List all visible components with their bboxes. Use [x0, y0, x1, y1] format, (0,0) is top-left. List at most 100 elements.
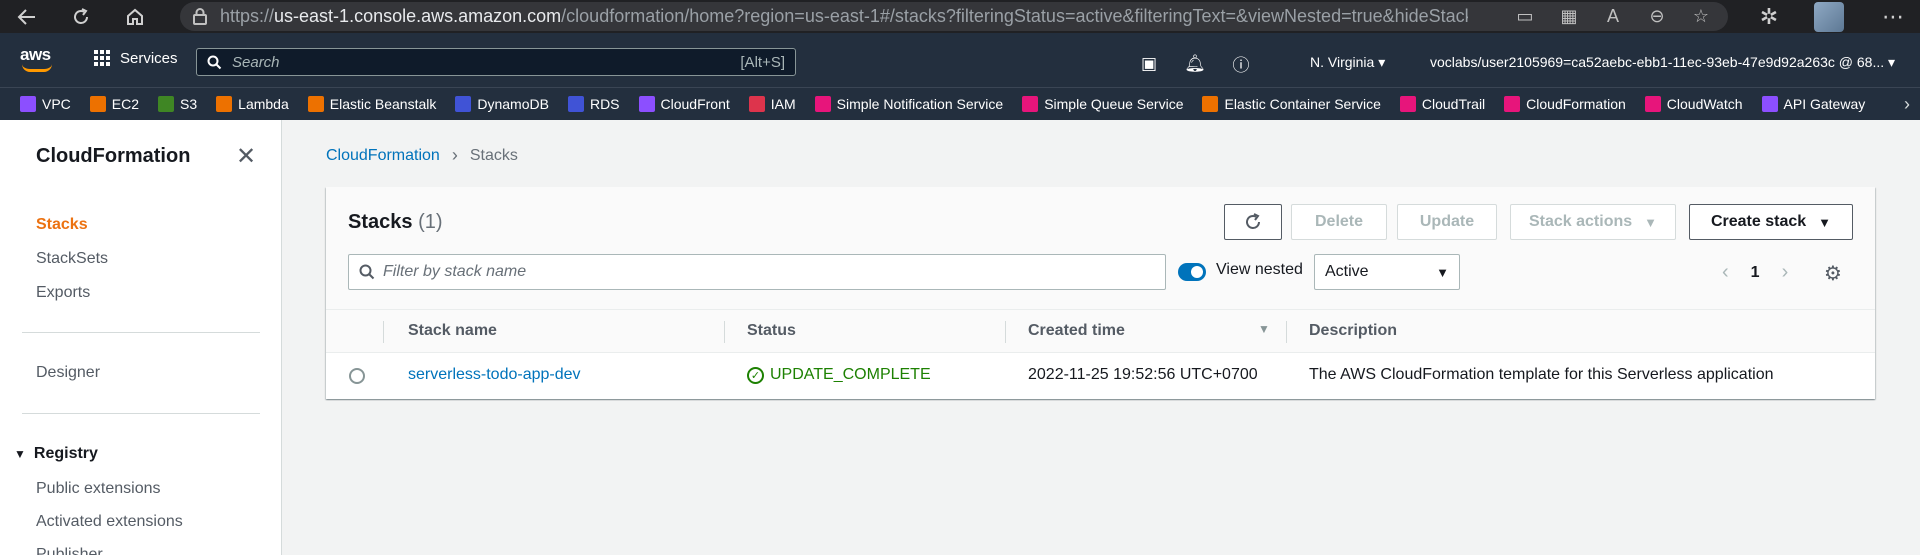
caret-down-icon: ▼	[14, 447, 26, 461]
service-shortcut-cloudformation[interactable]: CloudFormation	[1504, 96, 1626, 112]
caret-down-icon: ▼	[1644, 214, 1658, 230]
region-selector[interactable]: N. Virginia ▾	[1310, 54, 1385, 71]
cloudwatch-icon	[1644, 96, 1661, 112]
service-shortcut-cloudfront[interactable]: CloudFront	[638, 96, 730, 112]
status-filter-select[interactable]: Active ▼	[1314, 254, 1460, 290]
divider	[22, 413, 260, 414]
notifications-bell-icon[interactable]: 🔔︎	[1184, 54, 1206, 74]
column-description[interactable]: Description	[1309, 322, 1397, 340]
sidebar-item-exports[interactable]: Exports	[36, 284, 90, 302]
table-header-row: Stack name Status Created time ▼ Descrip…	[326, 309, 1875, 353]
column-status[interactable]: Status	[747, 322, 796, 340]
description-cell: The AWS CloudFormation template for this…	[1309, 366, 1774, 383]
vpc-icon	[20, 96, 36, 112]
create-stack-button[interactable]: Create stack ▼	[1689, 204, 1853, 240]
pagination: ‹ 1 ›	[1722, 261, 1788, 284]
cloudtrail-icon	[1399, 96, 1416, 112]
service-shortcut-simple-notification-service[interactable]: Simple Notification Service	[814, 96, 1003, 112]
cloudshell-icon[interactable]: ▣	[1138, 54, 1160, 74]
elastic-beanstalk-icon	[307, 96, 324, 112]
stack-name-link[interactable]: serverless-todo-app-dev	[408, 366, 581, 384]
scroll-right-icon[interactable]: ›	[1904, 94, 1910, 115]
cloudfront-icon	[638, 96, 655, 112]
stack-filter-input[interactable]: Filter by stack name	[348, 254, 1166, 290]
caret-down-icon: ▼	[1818, 214, 1832, 230]
service-shortcut-simple-queue-service[interactable]: Simple Queue Service	[1022, 96, 1183, 112]
sidebar-item-activated-extensions[interactable]: Activated extensions	[36, 513, 183, 531]
sidebar-item-stacksets[interactable]: StackSets	[36, 250, 108, 268]
service-favorites-bar: VPC EC2 S3 Lambda Elastic Beanstalk DynamoDB R…	[0, 87, 1920, 120]
service-shortcut-vpc[interactable]: VPC	[20, 96, 71, 112]
stack-actions-button[interactable]: Stack actions ▼	[1510, 204, 1676, 240]
services-menu-button[interactable]: Services	[94, 46, 178, 70]
service-shortcut-s3[interactable]: S3	[158, 96, 197, 112]
table-row[interactable]: serverless-todo-app-dev ✓ UPDATE_COMPLET…	[326, 353, 1875, 398]
service-shortcut-iam[interactable]: IAM	[748, 96, 796, 112]
update-button[interactable]: Update	[1397, 204, 1497, 240]
service-shortcut-ec2[interactable]: EC2	[89, 96, 139, 112]
refresh-icon	[1246, 213, 1260, 229]
service-shortcut-api-gateway[interactable]: API Gateway	[1761, 96, 1865, 112]
panel-title: Stacks (1)	[348, 211, 443, 233]
status-badge: ✓ UPDATE_COMPLETE	[747, 366, 931, 384]
aws-logo[interactable]: aws	[20, 45, 56, 75]
favorite-star-icon[interactable]: ☆	[1688, 6, 1714, 27]
search-input[interactable]: Search [Alt+S]	[196, 48, 796, 76]
side-navigation: CloudFormation ✕ Stacks StackSets Export…	[0, 120, 282, 555]
service-shortcut-elastic-beanstalk[interactable]: Elastic Beanstalk	[307, 96, 436, 112]
service-shortcut-lambda[interactable]: Lambda	[216, 96, 289, 112]
lambda-icon	[216, 96, 233, 112]
sidebar-item-designer[interactable]: Designer	[36, 364, 100, 382]
reload-icon[interactable]	[54, 0, 108, 33]
column-stack-name[interactable]: Stack name	[408, 322, 497, 340]
delete-button[interactable]: Delete	[1291, 204, 1387, 240]
rds-icon	[567, 96, 584, 112]
sidebar-title: CloudFormation	[36, 145, 191, 167]
extensions-icon[interactable]: ✲	[1742, 0, 1796, 33]
address-bar[interactable]: https://us-east-1.console.aws.amazon.com…	[180, 2, 1728, 31]
cloudformation-icon	[1504, 96, 1521, 112]
sort-desc-icon[interactable]: ▼	[1258, 322, 1270, 336]
page-number[interactable]: 1	[1751, 264, 1760, 282]
apps-icon[interactable]: ▦	[1556, 6, 1582, 27]
grid-icon	[94, 50, 110, 66]
help-icon[interactable]: ⓘ	[1230, 51, 1252, 76]
zoom-out-icon[interactable]: ⊖	[1644, 6, 1670, 27]
column-created-time[interactable]: Created time	[1028, 322, 1125, 340]
read-aloud-icon[interactable]: A	[1600, 6, 1626, 27]
service-shortcut-rds[interactable]: RDS	[567, 96, 620, 112]
prev-page-icon[interactable]: ‹	[1722, 261, 1729, 284]
sidebar-section-registry[interactable]: ▼ Registry	[14, 445, 98, 463]
sidebar-item-publisher[interactable]: Publisher	[36, 546, 103, 555]
service-shortcut-cloudtrail[interactable]: CloudTrail	[1399, 96, 1485, 112]
back-icon[interactable]	[0, 0, 54, 33]
row-select-radio[interactable]	[349, 368, 365, 384]
caret-down-icon: ▼	[1436, 264, 1449, 280]
app-available-icon[interactable]: ▭	[1512, 6, 1538, 27]
service-shortcut-elastic-container-service[interactable]: Elastic Container Service	[1202, 96, 1381, 112]
view-nested-toggle[interactable]	[1178, 263, 1206, 281]
account-menu[interactable]: voclabs/user2105969=ca52aebc-ebb1-11ec-9…	[1430, 54, 1895, 71]
next-page-icon[interactable]: ›	[1782, 261, 1789, 284]
home-icon[interactable]	[108, 0, 162, 33]
check-circle-icon: ✓	[747, 366, 764, 384]
sidebar-item-public-extensions[interactable]: Public extensions	[36, 480, 161, 498]
more-menu-icon[interactable]: ⋯	[1866, 0, 1920, 33]
gear-icon[interactable]: ⚙	[1824, 261, 1842, 286]
breadcrumb-cloudformation[interactable]: CloudFormation	[326, 147, 440, 165]
sidebar-item-stacks[interactable]: Stacks	[36, 216, 88, 234]
divider	[22, 332, 260, 333]
breadcrumb: CloudFormation › Stacks	[326, 145, 518, 166]
close-icon[interactable]: ✕	[236, 142, 256, 171]
profile-avatar[interactable]	[1814, 1, 1844, 32]
ec2-icon	[89, 96, 106, 112]
panel-header: Stacks (1) Delete Update Stack actions ▼ …	[326, 187, 1875, 309]
dynamodb-icon	[455, 96, 472, 112]
aws-top-nav: aws Services Search [Alt+S] ▣ 🔔︎ ⓘ N. Vi…	[0, 33, 1920, 93]
stacks-table-panel: Stacks (1) Delete Update Stack actions ▼ …	[326, 187, 1875, 399]
refresh-button[interactable]	[1224, 204, 1282, 240]
breadcrumb-current: Stacks	[469, 146, 518, 164]
view-nested-label: View nested	[1216, 261, 1303, 278]
service-shortcut-cloudwatch[interactable]: CloudWatch	[1644, 96, 1743, 112]
service-shortcut-dynamodb[interactable]: DynamoDB	[455, 96, 549, 112]
